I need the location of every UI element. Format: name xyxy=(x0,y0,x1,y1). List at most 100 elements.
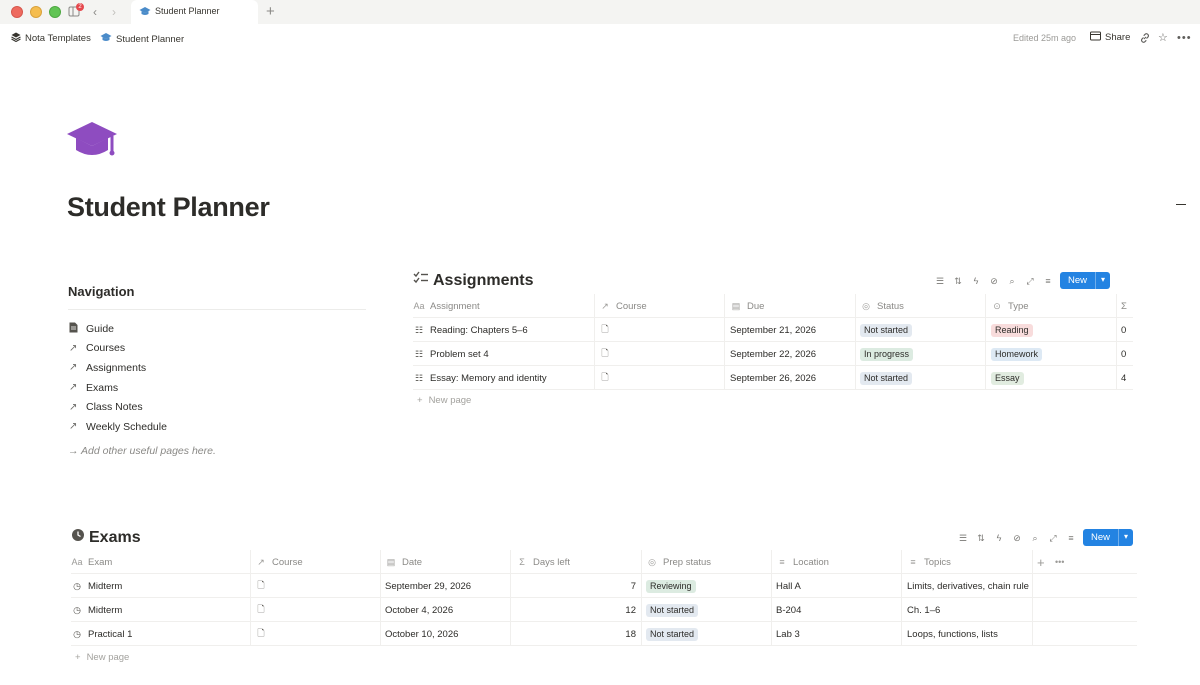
location-cell[interactable]: Lab 3 xyxy=(776,622,902,646)
back-icon[interactable]: ‹ xyxy=(93,5,97,19)
exams-new-page-button[interactable]: + New page xyxy=(75,652,129,663)
days-left-cell[interactable]: 7 xyxy=(516,574,642,598)
nav-hint-text[interactable]: → Add other useful pages here. xyxy=(68,445,216,457)
sort-icon[interactable]: ⇅ xyxy=(952,275,964,287)
days-left-cell[interactable]: 12 xyxy=(516,598,642,622)
formula-cell[interactable]: 0 xyxy=(1121,318,1133,342)
automation-icon[interactable]: ϟ xyxy=(993,532,1005,544)
filter-icon[interactable]: ☰ xyxy=(957,532,969,544)
chevron-down-icon[interactable]: ▾ xyxy=(1118,529,1133,546)
date-cell[interactable]: October 10, 2026 xyxy=(385,622,511,646)
expand-icon[interactable]: ⤢ xyxy=(1024,275,1036,287)
assignment-name-cell[interactable]: ☷ Problem set 4 xyxy=(413,342,595,366)
link-icon[interactable] xyxy=(1139,32,1151,47)
topics-cell[interactable]: Limits, derivatives, chain rule xyxy=(907,574,1033,598)
table-row[interactable]: ☷ Essay: Memory and identity 🗋 September … xyxy=(413,366,1133,390)
hide-icon[interactable]: ⊘ xyxy=(988,275,1000,287)
assignments-new-button[interactable]: New ▾ xyxy=(1060,272,1111,289)
nav-item-class-notes[interactable]: ↗ Class Notes xyxy=(69,397,167,417)
add-property-icon[interactable]: + xyxy=(1037,550,1051,574)
date-cell[interactable]: October 4, 2026 xyxy=(385,598,511,622)
search-icon[interactable]: ⌕ xyxy=(1029,532,1041,544)
location-cell[interactable]: B-204 xyxy=(776,598,902,622)
star-icon[interactable]: ☆ xyxy=(1158,32,1168,44)
course-cell[interactable]: 🗋 xyxy=(599,342,725,366)
column-header-due[interactable]: ▤ Due xyxy=(730,294,856,318)
expand-icon[interactable]: ⤢ xyxy=(1047,532,1059,544)
exams-title[interactable]: Exams xyxy=(71,528,141,547)
nav-item-guide[interactable]: Guide xyxy=(69,319,167,339)
table-row[interactable]: ◷ Midterm 🗋 October 4, 2026 12 Not starte… xyxy=(71,598,1137,622)
column-header-prep-status[interactable]: ◎ Prep status xyxy=(646,550,772,574)
nav-item-courses[interactable]: ↗ Courses xyxy=(69,339,167,359)
nav-item-assignments[interactable]: ↗ Assignments xyxy=(69,358,167,378)
table-row[interactable]: ◷ Practical 1 🗋 October 10, 2026 18 Not s… xyxy=(71,622,1137,646)
column-header-assignment[interactable]: Aa Assignment xyxy=(413,294,595,318)
column-header-course[interactable]: ↗ Course xyxy=(599,294,725,318)
automation-icon[interactable]: ϟ xyxy=(970,275,982,287)
more-options-icon[interactable]: ••• xyxy=(1055,550,1071,574)
more-options-icon[interactable]: ••• xyxy=(1177,32,1192,44)
course-cell[interactable]: 🗋 xyxy=(255,574,381,598)
hide-icon[interactable]: ⊘ xyxy=(1011,532,1023,544)
column-header-status[interactable]: ◎ Status xyxy=(860,294,986,318)
filter-icon[interactable]: ☰ xyxy=(934,275,946,287)
settings-sliders-icon[interactable]: ≡ xyxy=(1065,532,1077,544)
formula-cell[interactable]: 4 xyxy=(1121,366,1133,390)
course-cell[interactable]: 🗋 xyxy=(599,366,725,390)
search-icon[interactable]: ⌕ xyxy=(1006,275,1018,287)
course-cell[interactable]: 🗋 xyxy=(255,598,381,622)
due-cell[interactable]: September 26, 2026 xyxy=(730,366,856,390)
new-tab-icon[interactable]: + xyxy=(266,3,275,21)
prep-status-cell[interactable]: Reviewing xyxy=(646,574,772,598)
column-header-date[interactable]: ▤ Date xyxy=(385,550,511,574)
due-cell[interactable]: September 22, 2026 xyxy=(730,342,856,366)
topics-cell[interactable]: Ch. 1–6 xyxy=(907,598,1033,622)
tab-student-planner[interactable]: Student Planner xyxy=(131,0,258,24)
column-header-exam[interactable]: Aa Exam xyxy=(71,550,251,574)
days-left-cell[interactable]: 18 xyxy=(516,622,642,646)
assignments-title[interactable]: Assignments xyxy=(413,271,533,290)
prep-status-cell[interactable]: Not started xyxy=(646,598,772,622)
due-cell[interactable]: September 21, 2026 xyxy=(730,318,856,342)
column-header-topics[interactable]: ≡ Topics xyxy=(907,550,1033,574)
assignment-name-cell[interactable]: ☷ Reading: Chapters 5–6 xyxy=(413,318,595,342)
location-cell[interactable]: Hall A xyxy=(776,574,902,598)
course-cell[interactable]: 🗋 xyxy=(599,318,725,342)
date-cell[interactable]: September 29, 2026 xyxy=(385,574,511,598)
type-cell[interactable]: Homework xyxy=(991,342,1117,366)
table-row[interactable]: ☷ Problem set 4 🗋 September 22, 2026 In p… xyxy=(413,342,1133,366)
topics-cell[interactable]: Loops, functions, lists xyxy=(907,622,1033,646)
column-header-formula[interactable]: Σ xyxy=(1121,294,1133,318)
sort-icon[interactable]: ⇅ xyxy=(975,532,987,544)
status-cell[interactable]: Not started xyxy=(860,318,986,342)
course-cell[interactable]: 🗋 xyxy=(255,622,381,646)
chevron-down-icon[interactable]: ▾ xyxy=(1095,272,1110,289)
prep-status-cell[interactable]: Not started xyxy=(646,622,772,646)
zoom-window-button[interactable] xyxy=(49,6,61,18)
close-window-button[interactable] xyxy=(11,6,23,18)
exam-name-cell[interactable]: ◷ Midterm xyxy=(71,598,251,622)
assignments-new-page-button[interactable]: + New page xyxy=(417,395,471,406)
table-row[interactable]: ◷ Midterm 🗋 September 29, 2026 7 Reviewin… xyxy=(71,574,1137,598)
breadcrumb-nota-templates[interactable]: Nota Templates xyxy=(11,32,91,45)
status-cell[interactable]: Not started xyxy=(860,366,986,390)
column-header-location[interactable]: ≡ Location xyxy=(776,550,902,574)
status-cell[interactable]: In progress xyxy=(860,342,986,366)
type-cell[interactable]: Reading xyxy=(991,318,1117,342)
share-button[interactable]: Share xyxy=(1090,31,1130,44)
breadcrumb-student-planner[interactable]: Student Planner xyxy=(100,32,184,46)
settings-sliders-icon[interactable]: ≡ xyxy=(1042,275,1054,287)
assignment-name-cell[interactable]: ☷ Essay: Memory and identity xyxy=(413,366,595,390)
column-header-course[interactable]: ↗ Course xyxy=(255,550,381,574)
type-cell[interactable]: Essay xyxy=(991,366,1117,390)
column-header-days-left[interactable]: Σ Days left xyxy=(516,550,642,574)
exam-name-cell[interactable]: ◷ Midterm xyxy=(71,574,251,598)
column-header-type[interactable]: ⊙ Type xyxy=(991,294,1117,318)
nav-item-weekly-schedule[interactable]: ↗ Weekly Schedule xyxy=(69,417,167,437)
exam-name-cell[interactable]: ◷ Practical 1 xyxy=(71,622,251,646)
page-title[interactable]: Student Planner xyxy=(67,192,270,223)
page-icon-graduation-cap[interactable] xyxy=(67,120,119,163)
forward-icon[interactable]: › xyxy=(112,5,116,19)
table-row[interactable]: ☷ Reading: Chapters 5–6 🗋 September 21, 2… xyxy=(413,318,1133,342)
